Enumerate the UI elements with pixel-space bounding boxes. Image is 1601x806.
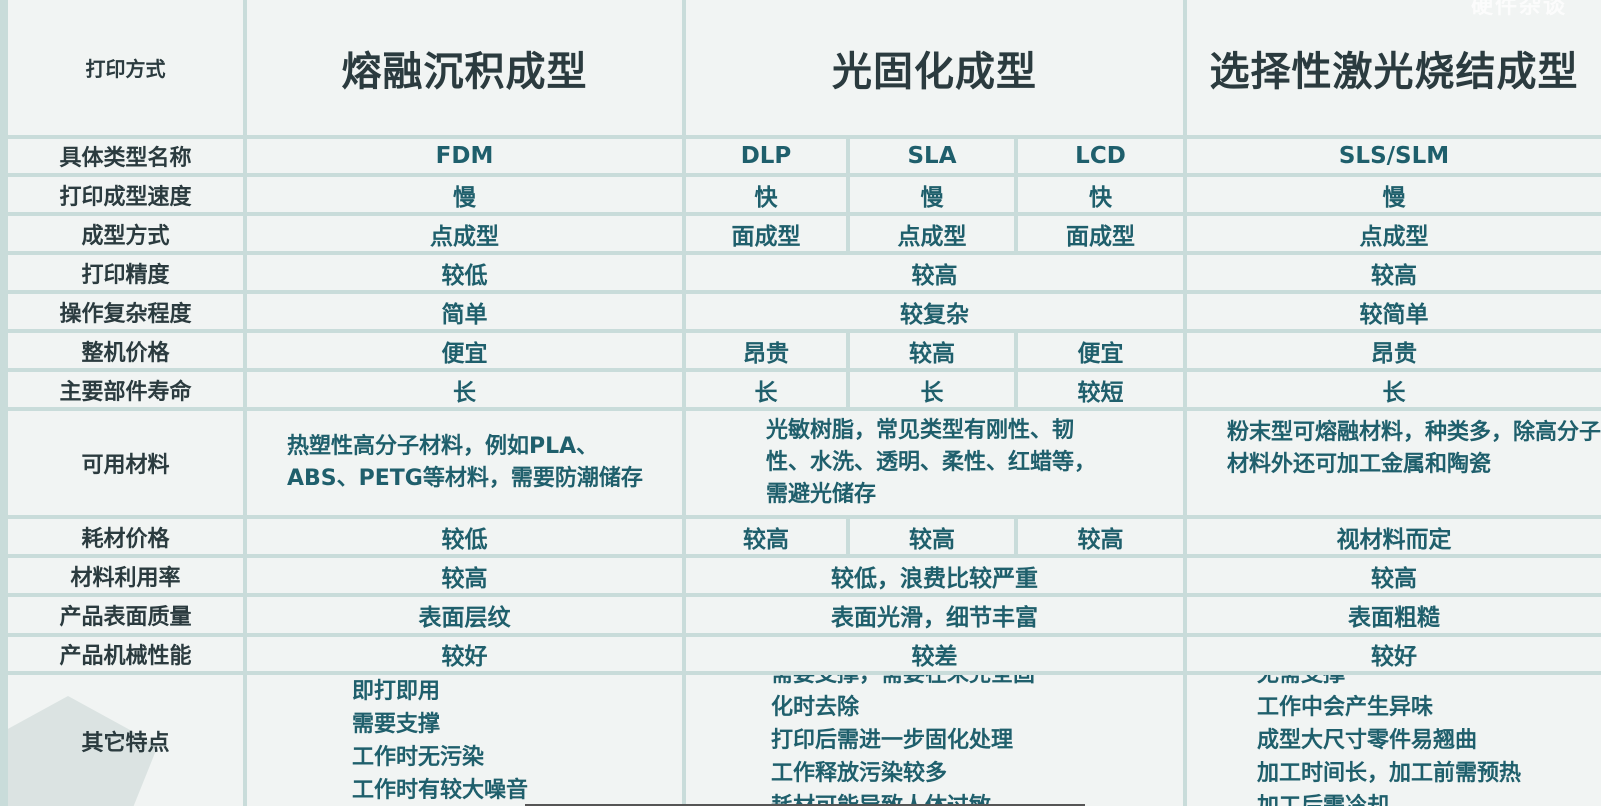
cell-materials-sls: 粉末型可熔融材料，种类多，除高分子材料外还可加工金属和陶瓷 (1187, 411, 1601, 515)
cell-price-fdm: 便宜 (247, 333, 682, 368)
cell-precision-sls: 较高 (1187, 255, 1601, 290)
row-label-speed: 打印成型速度 (8, 177, 243, 212)
cell-lifespan-lcd: 较短 (1018, 372, 1183, 407)
cell-complexity-fdm: 简单 (247, 294, 682, 329)
header-print-method: 打印方式 (8, 0, 243, 135)
list-item: 需要支撑，需要在未完全固 (771, 675, 1035, 691)
row-label-mechanical: 产品机械性能 (8, 637, 243, 671)
cell-material-price-fdm: 较低 (247, 519, 682, 554)
cell-method-dlp: 面成型 (686, 216, 846, 251)
cell-utilization-photo: 较低，浪费比较严重 (686, 558, 1183, 593)
cell-method-lcd: 面成型 (1018, 216, 1183, 251)
cell-utilization-sls: 较高 (1187, 558, 1601, 593)
header-photo-group: 光固化成型 (686, 0, 1183, 135)
cell-lifespan-dlp: 长 (686, 372, 846, 407)
cell-complexity-sls: 较简单 (1187, 294, 1601, 329)
header-fdm-group: 熔融沉积成型 (247, 0, 682, 135)
list-item: 打印后需进一步固化处理 (771, 728, 1014, 753)
row-label-complexity: 操作复杂程度 (8, 294, 243, 329)
cell-mechanical-fdm: 较好 (247, 637, 682, 671)
cell-method-sla: 点成型 (850, 216, 1014, 251)
list-item: 工作释放污染较多 (771, 761, 948, 786)
comparison-table: 打印方式 熔融沉积成型 光固化成型 选择性激光烧结成型 具体类型名称 FDM D… (0, 0, 1601, 806)
row-label-surface: 产品表面质量 (8, 597, 243, 633)
header-sls-group: 选择性激光烧结成型 (1187, 0, 1601, 135)
cell-material-price-sls: 视材料而定 (1187, 519, 1601, 554)
cell-lifespan-fdm: 长 (247, 372, 682, 407)
cell-material-price-dlp: 较高 (686, 519, 846, 554)
cell-other-fdm: 即打即用 需要支撑 工作时无污染 工作时有较大噪音 (247, 675, 682, 806)
cell-other-photo: 需要支撑，需要在未完全固 化时去除 打印后需进一步固化处理 工作释放污染较多 耗… (686, 675, 1183, 806)
cell-other-sls: 无需支撑 工作中会产生异味 成型大尺寸零件易翘曲 加工时间长，加工前需预热 加工… (1187, 675, 1601, 806)
cell-type-sla: SLA (850, 139, 1014, 173)
cell-lifespan-sla: 长 (850, 372, 1014, 407)
cell-speed-lcd: 快 (1018, 177, 1183, 212)
row-label-price: 整机价格 (8, 333, 243, 368)
row-label-lifespan: 主要部件寿命 (8, 372, 243, 407)
row-label-method: 成型方式 (8, 216, 243, 251)
cell-mechanical-sls: 较好 (1187, 637, 1601, 671)
materials-fdm-text: 热塑性高分子材料，例如PLA、ABS、PETG等材料，需要防潮储存 (287, 434, 643, 491)
cell-material-price-sla: 较高 (850, 519, 1014, 554)
cell-type-sls: SLS/SLM (1187, 139, 1601, 173)
list-item: 加工后需冷却 (1257, 790, 1389, 806)
list-item: 即打即用 (352, 678, 441, 704)
list-item: 成型大尺寸零件易翘曲 (1257, 728, 1478, 753)
cell-type-dlp: DLP (686, 139, 846, 173)
materials-sls-text: 粉末型可熔融材料，种类多，除高分子材料外还可加工金属和陶瓷 (1227, 420, 1601, 477)
cell-surface-fdm: 表面层纹 (247, 597, 682, 633)
row-label-materials: 可用材料 (8, 411, 243, 515)
cell-method-fdm: 点成型 (247, 216, 682, 251)
cell-method-sls: 点成型 (1187, 216, 1601, 251)
row-label-precision: 打印精度 (8, 255, 243, 290)
cell-utilization-fdm: 较高 (247, 558, 682, 593)
cell-price-sla: 较高 (850, 333, 1014, 368)
cell-precision-fdm: 较低 (247, 255, 682, 290)
list-item: 加工时间长，加工前需预热 (1257, 761, 1522, 786)
row-label-utilization: 材料利用率 (8, 558, 243, 593)
cell-type-fdm: FDM (247, 139, 682, 173)
cell-type-lcd: LCD (1018, 139, 1183, 173)
cell-speed-sls: 慢 (1187, 177, 1601, 212)
list-item: 化时去除 (771, 695, 860, 720)
cell-price-sls: 昂贵 (1187, 333, 1601, 368)
row-label-material-price: 耗材价格 (8, 519, 243, 554)
cell-mechanical-photo: 较差 (686, 637, 1183, 671)
cell-complexity-photo: 较复杂 (686, 294, 1183, 329)
cell-lifespan-sls: 长 (1187, 372, 1601, 407)
cell-material-price-lcd: 较高 (1018, 519, 1183, 554)
materials-photo-text: 光敏树脂，常见类型有刚性、韧性、水洗、透明、柔性、红蜡等，需避光储存 (766, 418, 1097, 507)
cell-speed-sla: 慢 (850, 177, 1014, 212)
list-item: 工作中会产生异味 (1257, 695, 1434, 720)
row-label-type-name: 具体类型名称 (8, 139, 243, 173)
list-item: 工作时有较大噪音 (352, 777, 529, 803)
cell-materials-fdm: 热塑性高分子材料，例如PLA、ABS、PETG等材料，需要防潮储存 (247, 411, 682, 515)
cell-materials-photo: 光敏树脂，常见类型有刚性、韧性、水洗、透明、柔性、红蜡等，需避光储存 (686, 411, 1183, 515)
cell-price-lcd: 便宜 (1018, 333, 1183, 368)
cell-surface-photo: 表面光滑，细节丰富 (686, 597, 1183, 633)
cell-surface-sls: 表面粗糙 (1187, 597, 1601, 633)
row-label-other: 其它特点 (8, 675, 243, 806)
row-label-other-text: 其它特点 (81, 730, 170, 756)
cell-price-dlp: 昂贵 (686, 333, 846, 368)
cell-precision-photo: 较高 (686, 255, 1183, 290)
list-item: 无需支撑 (1257, 675, 1345, 691)
cell-speed-fdm: 慢 (247, 177, 682, 212)
list-item: 工作时无污染 (352, 744, 485, 770)
list-item: 需要支撑 (352, 711, 441, 737)
watermark: 硬件杂谈 (1470, 0, 1567, 19)
cell-speed-dlp: 快 (686, 177, 846, 212)
